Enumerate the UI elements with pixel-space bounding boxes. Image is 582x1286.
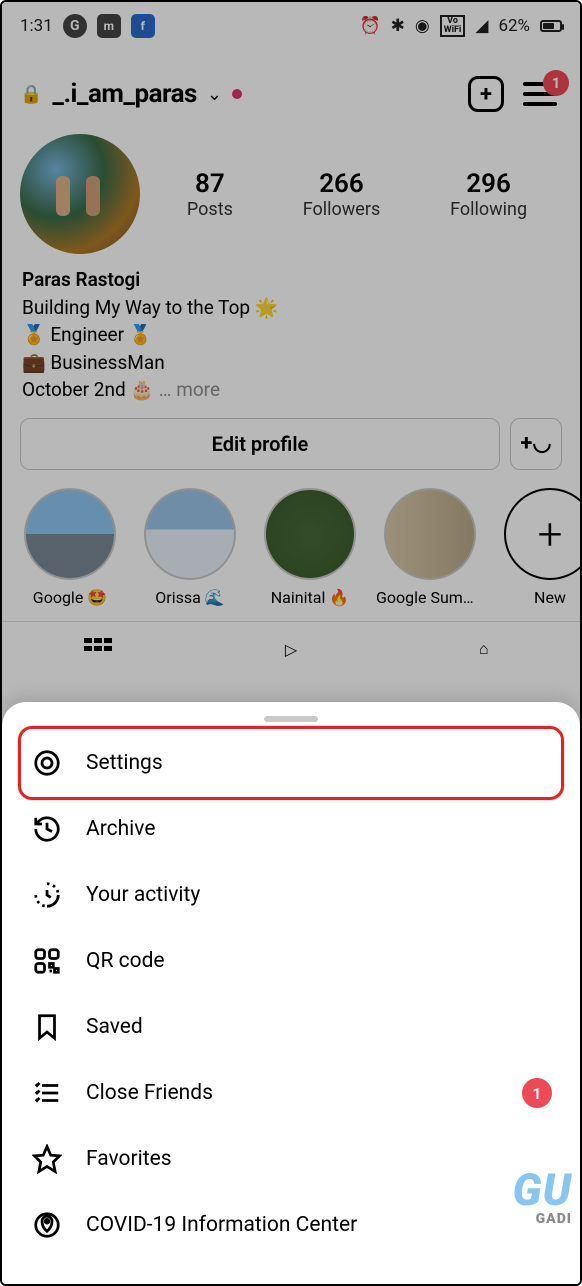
menu-item-close-friends[interactable]: Close Friends 1	[2, 1060, 580, 1126]
wifi-icon: ◉	[415, 16, 430, 36]
menu-item-label: Archive	[86, 817, 155, 841]
close-friends-badge: 1	[522, 1078, 552, 1108]
menu-item-label: Settings	[86, 751, 163, 775]
highlight-orissa[interactable]: Orissa 🌊	[136, 488, 244, 607]
profile-tabs: ▷ ⌂	[2, 621, 580, 677]
plus-icon: +	[504, 488, 580, 580]
highlight-google-summit[interactable]: Google Summi…	[376, 488, 484, 607]
menu-item-label: Favorites	[86, 1147, 172, 1171]
covid-icon	[30, 1208, 64, 1242]
bluetooth-icon: ✱	[391, 16, 405, 36]
tab-reels[interactable]: ▷	[195, 622, 388, 677]
history-icon	[30, 812, 64, 846]
menu-item-label: Your activity	[86, 883, 200, 907]
star-icon	[30, 1142, 64, 1176]
bio-line-1: Building My Way to the Top 🌟	[22, 294, 560, 322]
stat-following-label: Following	[450, 199, 527, 220]
bio-line-2: 🏅 Engineer 🏅	[22, 321, 560, 349]
status-time: 1:31	[20, 16, 53, 36]
stat-followers-count: 266	[303, 169, 381, 199]
grid-icon	[84, 638, 112, 660]
activity-icon	[30, 878, 64, 912]
discover-people-button[interactable]: +◡	[510, 418, 562, 470]
bio-more-link[interactable]: … more	[159, 378, 220, 401]
menu-item-label: Saved	[86, 1015, 143, 1039]
status-bar: 1:31 G m f ⏰ ✱ ◉ VoWiFi ◢ 62%	[2, 2, 580, 50]
battery-icon	[540, 20, 562, 32]
stat-posts-label: Posts	[187, 199, 233, 220]
stat-followers[interactable]: 266 Followers	[303, 169, 381, 220]
alarm-icon: ⏰	[359, 16, 380, 36]
vowifi-icon: VoWiFi	[440, 15, 466, 37]
bookmark-icon	[30, 1010, 64, 1044]
tab-posts[interactable]	[2, 622, 195, 677]
bio: Paras Rastogi Building My Way to the Top…	[2, 264, 580, 418]
menu-item-label: COVID-19 Information Center	[86, 1213, 357, 1237]
username-switcher[interactable]: _.i_am_paras	[52, 79, 196, 109]
highlight-thumb	[264, 488, 356, 580]
create-post-button[interactable]: +	[464, 72, 508, 116]
tagged-icon: ⌂	[479, 639, 489, 659]
menu-button[interactable]: 1	[518, 72, 562, 116]
add-person-icon: +◡	[520, 431, 551, 456]
menu-item-label: Close Friends	[86, 1081, 213, 1105]
highlight-nainital[interactable]: Nainital 🔥	[256, 488, 364, 607]
play-icon: ▷	[285, 640, 297, 659]
device-frame: 1:31 G m f ⏰ ✱ ◉ VoWiFi ◢ 62% 🔒 _.i_am_p…	[0, 0, 582, 1286]
app-status-icon-1: m	[97, 14, 121, 38]
highlight-google[interactable]: Google 🤩	[16, 488, 124, 607]
menu-item-covid-info[interactable]: COVID-19 Information Center	[2, 1192, 580, 1258]
stat-following-count: 296	[450, 169, 527, 199]
highlight-label: Orissa 🌊	[136, 588, 244, 607]
menu-item-settings[interactable]: Settings	[2, 730, 580, 796]
edit-profile-button[interactable]: Edit profile	[20, 418, 500, 470]
stat-followers-label: Followers	[303, 199, 381, 220]
stat-posts[interactable]: 87 Posts	[187, 169, 233, 220]
gear-icon	[30, 746, 64, 780]
watermark: GU GADI	[513, 1168, 572, 1226]
plus-square-icon: +	[468, 76, 504, 112]
stat-following[interactable]: 296 Following	[450, 169, 527, 220]
battery-percent: 62%	[498, 16, 530, 36]
sheet-handle[interactable]	[264, 716, 318, 722]
close-friends-icon	[30, 1076, 64, 1110]
avatar[interactable]	[20, 134, 140, 254]
menu-item-label: QR code	[86, 949, 165, 973]
bio-line-4: October 2nd 🎂	[22, 378, 154, 401]
menu-item-your-activity[interactable]: Your activity	[2, 862, 580, 928]
chevron-down-icon[interactable]: ⌄	[207, 84, 222, 105]
highlight-label: Google 🤩	[16, 588, 124, 607]
tab-tagged[interactable]: ⌂	[387, 622, 580, 677]
profile-stats-row: 87 Posts 266 Followers 296 Following	[2, 126, 580, 264]
menu-item-archive[interactable]: Archive	[2, 796, 580, 862]
menu-badge: 1	[543, 70, 569, 96]
google-status-icon: G	[63, 14, 87, 38]
highlight-label: Google Summi…	[376, 588, 484, 607]
qrcode-icon	[30, 944, 64, 978]
menu-item-saved[interactable]: Saved	[2, 994, 580, 1060]
bottom-sheet: Settings Archive Your activity QR code S	[2, 702, 580, 1284]
menu-item-favorites[interactable]: Favorites	[2, 1126, 580, 1192]
highlight-label: New	[496, 588, 580, 607]
profile-header: 🔒 _.i_am_paras ⌄ + 1	[2, 50, 580, 126]
notification-dot-icon	[232, 89, 242, 99]
highlight-new[interactable]: + New	[496, 488, 580, 607]
highlight-thumb	[24, 488, 116, 580]
app-status-icon-2: f	[131, 14, 155, 38]
lock-icon: 🔒	[20, 84, 42, 105]
watermark-logo: GU	[513, 1168, 572, 1212]
highlight-label: Nainital 🔥	[256, 588, 364, 607]
bio-name: Paras Rastogi	[22, 266, 560, 294]
highlight-thumb	[144, 488, 236, 580]
menu-item-qr-code[interactable]: QR code	[2, 928, 580, 994]
signal-icon: ◢	[475, 16, 488, 36]
story-highlights: Google 🤩 Orissa 🌊 Nainital 🔥 Google Summ…	[2, 488, 580, 621]
hamburger-icon: 1	[523, 82, 557, 106]
bio-line-3: 💼 BusinessMan	[22, 349, 560, 377]
highlight-thumb	[384, 488, 476, 580]
stat-posts-count: 87	[187, 169, 233, 199]
